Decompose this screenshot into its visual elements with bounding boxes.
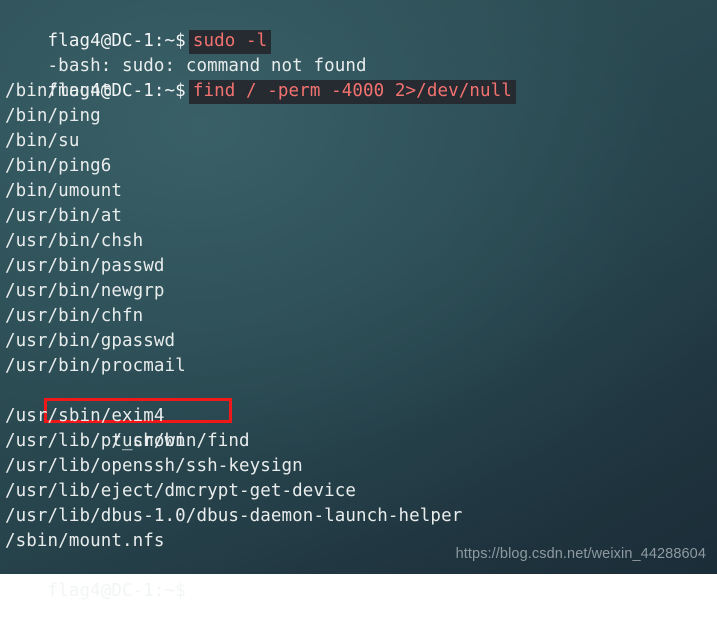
output-path: /sbin/mount.nfs bbox=[5, 531, 165, 551]
output-path: /bin/su bbox=[5, 131, 80, 151]
output-path: /bin/ping bbox=[5, 106, 101, 126]
output-path: /usr/bin/chsh bbox=[5, 231, 144, 251]
output-path: /usr/sbin/exim4 bbox=[5, 406, 165, 426]
terminal-line: /usr/bin/procmail bbox=[5, 354, 717, 379]
terminal-line-highlighted: /usr/bin/find bbox=[5, 379, 717, 451]
output-path: /usr/bin/gpasswd bbox=[5, 331, 176, 351]
output-path: /bin/umount bbox=[5, 181, 122, 201]
output-path: /usr/bin/at bbox=[5, 206, 122, 226]
terminal-line: /bin/ping6 bbox=[5, 154, 717, 179]
terminal-line: /bin/su bbox=[5, 129, 717, 154]
watermark-url: https://blog.csdn.net/weixin_44288604 bbox=[455, 546, 706, 562]
terminal-line: /bin/ping bbox=[5, 104, 717, 129]
terminal-line: /bin/umount bbox=[5, 179, 717, 204]
terminal-line: flag4@DC-1:~$ sudo -l bbox=[5, 4, 717, 54]
terminal-line: /bin/mount bbox=[5, 79, 717, 104]
terminal-line: /usr/bin/passwd bbox=[5, 254, 717, 279]
output-path: /usr/bin/procmail bbox=[5, 356, 186, 376]
output-path: /usr/lib/eject/dmcrypt-get-device bbox=[5, 481, 356, 501]
terminal-line: /usr/lib/openssh/ssh-keysign bbox=[5, 454, 717, 479]
output-path: /usr/lib/pt_chown bbox=[5, 431, 186, 451]
terminal-line: /usr/bin/newgrp bbox=[5, 279, 717, 304]
terminal-line: /usr/lib/eject/dmcrypt-get-device bbox=[5, 479, 717, 504]
terminal-line: -bash: sudo: command not found bbox=[5, 29, 717, 76]
output-path: /usr/lib/dbus-1.0/dbus-daemon-launch-hel… bbox=[5, 506, 463, 526]
terminal-line: /usr/sbin/exim4 bbox=[5, 404, 717, 429]
terminal-line: /usr/bin/gpasswd bbox=[5, 329, 717, 354]
terminal-line: /usr/bin/at bbox=[5, 204, 717, 229]
terminal-line: flag4@DC-1:~$ find / -perm -4000 2>/dev/n… bbox=[5, 54, 717, 104]
terminal-line: /usr/lib/dbus-1.0/dbus-daemon-launch-hel… bbox=[5, 504, 717, 529]
terminal-line: /usr/lib/pt_chown bbox=[5, 429, 717, 454]
output-path: /usr/bin/chfn bbox=[5, 306, 144, 326]
shell-prompt-final: flag4@DC-1:~$ bbox=[47, 581, 186, 601]
output-path: /usr/bin/passwd bbox=[5, 256, 165, 276]
output-path: /bin/ping6 bbox=[5, 156, 112, 176]
terminal-line: /usr/bin/chfn bbox=[5, 304, 717, 329]
output-path: /usr/bin/newgrp bbox=[5, 281, 165, 301]
output-path: /bin/mount bbox=[5, 81, 112, 101]
terminal-window[interactable]: flag4@DC-1:~$ sudo -l -bash: sudo: comman… bbox=[0, 0, 717, 601]
terminal-line: /usr/bin/chsh bbox=[5, 229, 717, 254]
output-path: /usr/lib/openssh/ssh-keysign bbox=[5, 456, 303, 476]
